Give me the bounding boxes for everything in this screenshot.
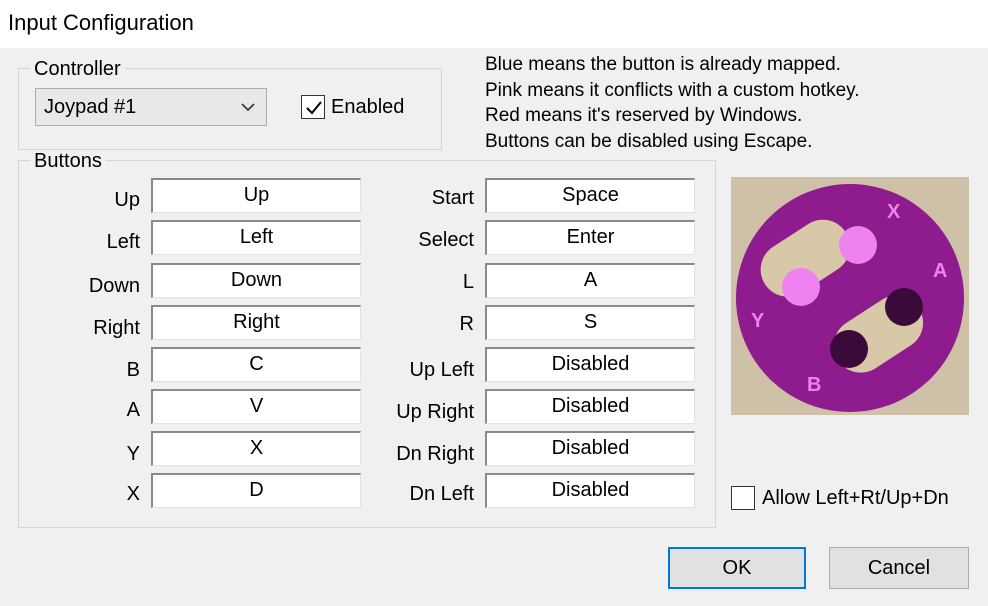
mapping-field-l[interactable]: A [485,263,695,298]
allow-left-right-label: Allow Left+Rt/Up+Dn [762,487,949,509]
mapping-field-up[interactable]: Up [151,178,361,213]
buttons-group-label: Buttons [30,150,106,172]
button-label-y: Y [126,443,140,465]
info-line: Pink means it conflicts with a custom ho… [485,79,860,101]
title-bar: Input Configuration [0,0,988,48]
button-y-dot [782,268,820,306]
mapping-field-start[interactable]: Space [485,178,695,213]
mapping-field-dn-right[interactable]: Disabled [485,431,695,466]
enabled-label: Enabled [331,96,405,118]
mapping-field-r[interactable]: S [485,305,695,340]
info-line: Buttons can be disabled using Escape. [485,130,813,152]
mapping-field-right[interactable]: Right [151,305,361,340]
button-label-up-right: Up Right [396,401,474,423]
button-label-left: Left [106,231,140,253]
mapping-field-down[interactable]: Down [151,263,361,298]
mapping-field-x[interactable]: D [151,473,361,508]
mapping-field-y[interactable]: X [151,431,361,466]
button-label-right: Right [93,317,140,339]
button-label-r: R [459,313,474,335]
controller-select-value: Joypad #1 [44,96,137,118]
label-x: X [887,201,901,223]
chevron-down-icon [240,99,256,115]
mapping-field-left[interactable]: Left [151,220,361,255]
mapping-field-dn-left[interactable]: Disabled [485,473,695,508]
label-y: Y [751,310,765,332]
button-label-x: X [126,483,140,505]
button-label-up: Up [114,189,140,211]
button-label-dn-left: Dn Left [409,483,474,505]
window-title: Input Configuration [8,10,194,35]
info-line: Blue means the button is already mapped. [485,54,841,75]
button-label-down: Down [88,275,140,297]
controller-buttons-diagram: X A Y B [731,177,969,415]
button-x-dot [839,226,877,264]
button-b-dot [830,330,868,368]
ok-button[interactable]: OK [668,547,806,589]
checkmark-icon [306,101,322,115]
enabled-checkbox[interactable] [301,95,325,119]
controller-group-label: Controller [30,58,125,80]
mapping-field-up-left[interactable]: Disabled [485,347,695,382]
mapping-field-b[interactable]: C [151,347,361,382]
label-a: A [933,260,947,282]
button-label-up-left: Up Left [409,359,474,381]
button-label-dn-right: Dn Right [396,443,474,465]
button-label-select: Select [418,229,474,251]
button-label-start: Start [431,187,474,209]
button-label-b: B [126,359,140,381]
info-text: Blue means the button is already mapped.… [485,52,860,154]
info-line: Red means it's reserved by Windows. [485,105,803,126]
label-b: B [807,374,821,396]
mapping-field-up-right[interactable]: Disabled [485,389,695,424]
button-a-dot [885,288,923,326]
mapping-field-a[interactable]: V [151,389,361,424]
button-label-l: L [462,271,474,293]
button-label-a: A [126,399,140,421]
controller-select[interactable]: Joypad #1 [35,88,267,126]
mapping-field-select[interactable]: Enter [485,220,695,255]
cancel-button[interactable]: Cancel [829,547,969,589]
allow-left-right-checkbox[interactable] [731,486,755,510]
